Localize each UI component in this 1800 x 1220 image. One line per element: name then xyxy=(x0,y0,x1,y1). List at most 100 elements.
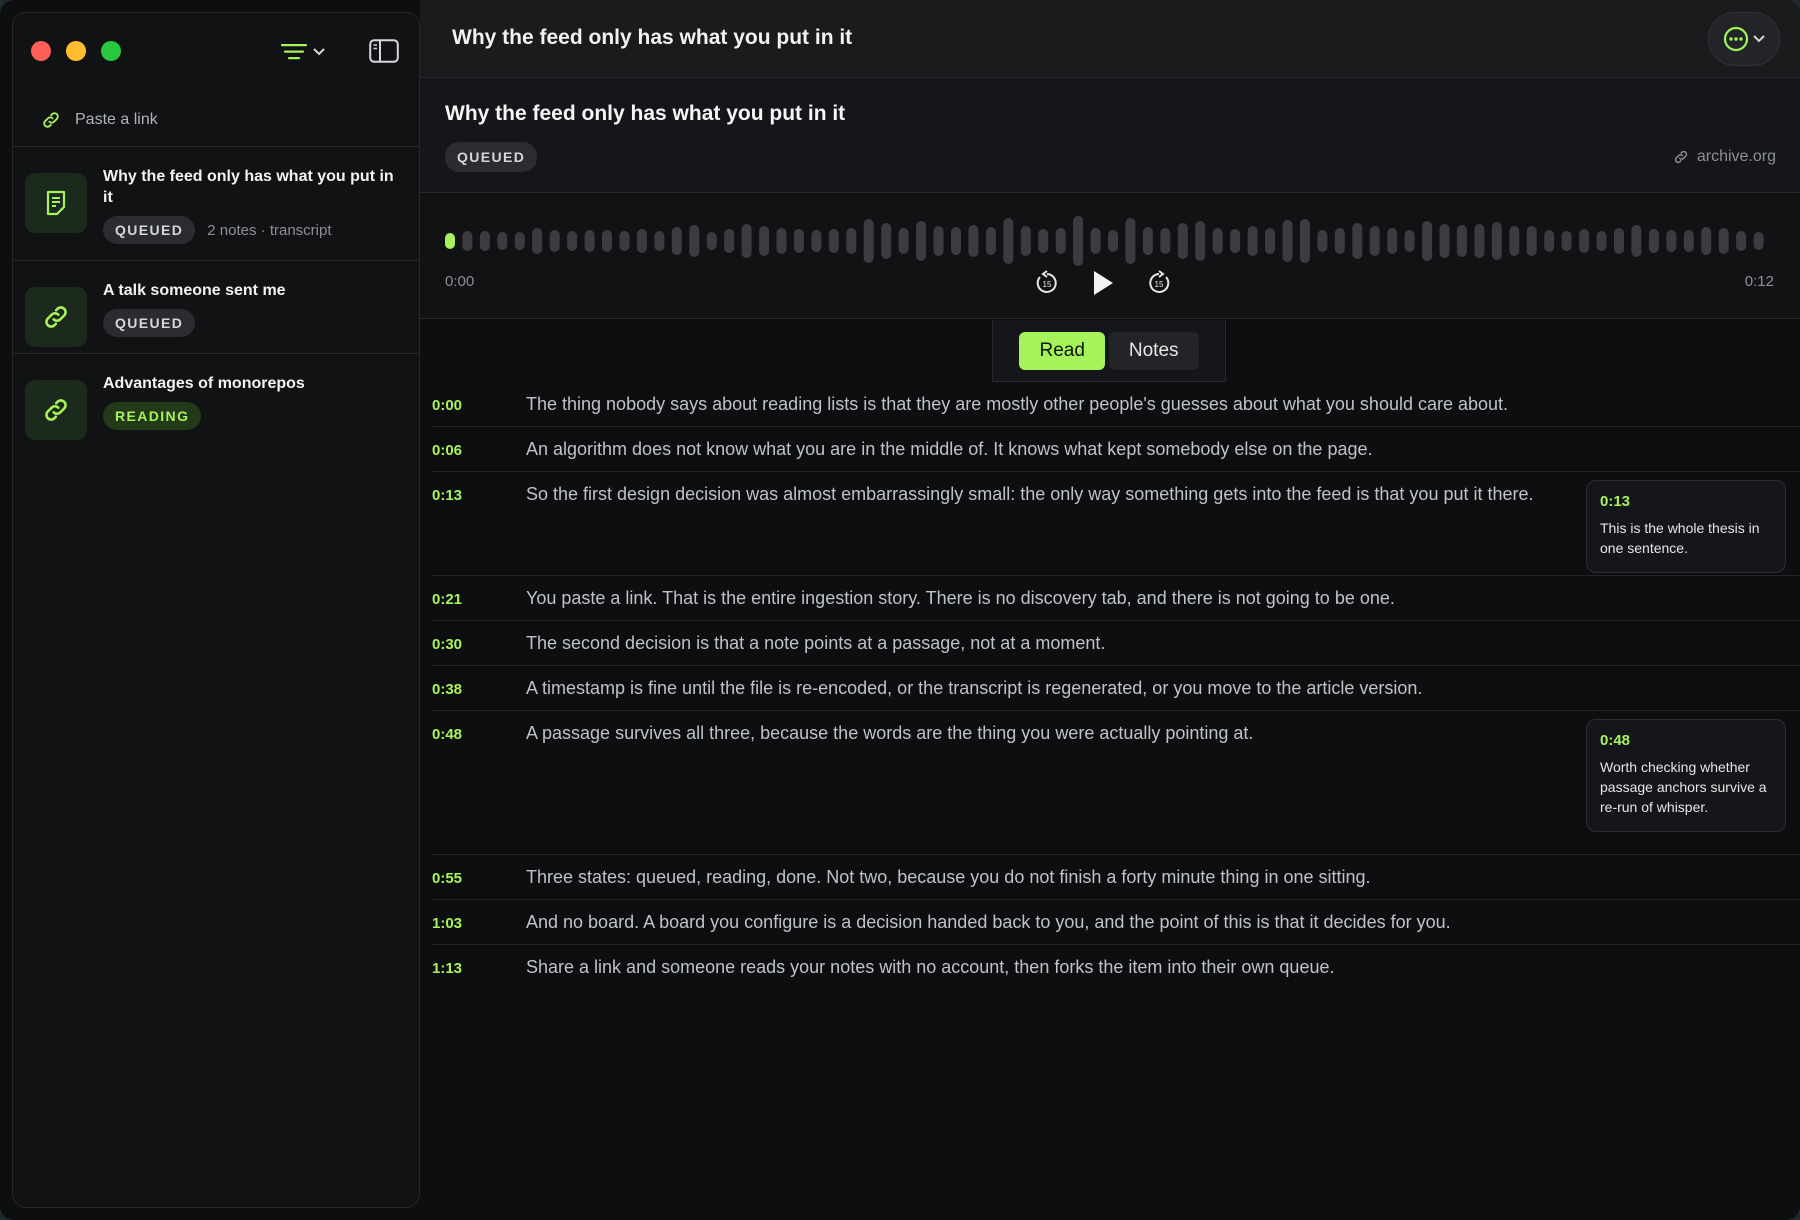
item-icon-box xyxy=(25,173,87,233)
waveform-played-bar xyxy=(445,233,455,249)
waveform-bar xyxy=(584,230,595,252)
document-icon xyxy=(46,190,66,216)
skip-back-button[interactable]: 15 xyxy=(1034,270,1060,296)
transcript-text[interactable]: And no board. A board you configure is a… xyxy=(526,910,1556,934)
playback-controls: 15 15 xyxy=(1034,269,1172,297)
timestamp-link[interactable]: 0:06 xyxy=(432,437,526,461)
close-window-button[interactable] xyxy=(31,41,51,61)
waveform-bar xyxy=(549,230,560,252)
more-options-button[interactable] xyxy=(1708,12,1780,66)
status-badge[interactable]: QUEUED xyxy=(445,142,538,172)
paste-link-input[interactable]: Paste a link xyxy=(13,93,419,147)
transcript-row: 0:30 The second decision is that a note … xyxy=(432,621,1800,666)
timestamp-link[interactable]: 0:48 xyxy=(432,721,526,844)
waveform-bar xyxy=(1108,230,1118,252)
filter-menu-button[interactable] xyxy=(281,39,331,65)
waveform-bar xyxy=(968,225,979,257)
minimize-window-button[interactable] xyxy=(66,41,86,61)
skip-back-15-icon: 15 xyxy=(1036,270,1057,293)
chevron-down-icon xyxy=(313,48,325,56)
waveform-bar xyxy=(671,227,682,255)
transcript-text[interactable]: A timestamp is fine until the file is re… xyxy=(526,676,1556,700)
waveform-bar xyxy=(1736,231,1747,251)
transcript-row: 0:38 A timestamp is fine until the file … xyxy=(432,666,1800,711)
timestamp-link[interactable]: 0:55 xyxy=(432,865,526,889)
transcript-row: 0:13 So the first design decision was al… xyxy=(432,472,1800,576)
timestamp-link[interactable]: 0:30 xyxy=(432,631,526,655)
skip-forward-button[interactable]: 15 xyxy=(1146,270,1172,296)
waveform-bar xyxy=(567,231,578,251)
waveform-bar xyxy=(1648,229,1659,253)
tab-notes[interactable]: Notes xyxy=(1108,331,1199,370)
waveform-bar xyxy=(1090,228,1101,254)
transcript-text[interactable]: The second decision is that a note point… xyxy=(526,631,1556,655)
note-text: This is the whole thesis in one sentence… xyxy=(1600,520,1760,556)
window-controls xyxy=(31,41,121,61)
waveform-bar xyxy=(1195,221,1206,261)
transcript-row: 0:55 Three states: queued, reading, done… xyxy=(432,855,1800,900)
waveform-bar xyxy=(811,230,822,252)
transcript-text[interactable]: The thing nobody says about reading list… xyxy=(526,392,1556,416)
transcript-text[interactable]: A passage survives all three, because th… xyxy=(526,721,1556,844)
play-icon xyxy=(1094,271,1113,295)
transcript-text[interactable]: So the first design decision was almost … xyxy=(526,482,1556,565)
waveform-bar xyxy=(1579,229,1590,253)
timestamp-link[interactable]: 0:13 xyxy=(432,482,526,565)
waveform-bar xyxy=(741,224,752,258)
transcript-text[interactable]: Share a link and someone reads your note… xyxy=(526,955,1556,979)
waveform-bar xyxy=(793,229,804,253)
elapsed-time: 0:00 xyxy=(445,273,475,290)
list-item[interactable]: Advantages of monorepos READING xyxy=(13,354,419,446)
waveform-bar xyxy=(776,228,787,254)
main-pane: Why the feed only has what you put in it… xyxy=(420,0,1800,1220)
waveform-bar xyxy=(1160,228,1171,254)
play-button[interactable] xyxy=(1090,269,1116,297)
waveform-bar xyxy=(1509,226,1520,256)
waveform-bar xyxy=(462,231,473,251)
item-heading: Why the feed only has what you put in it xyxy=(445,102,846,125)
waveform-bar xyxy=(1177,223,1188,259)
list-item[interactable]: A talk someone sent me QUEUED xyxy=(13,261,419,354)
waveform-bar xyxy=(1020,226,1031,256)
note-card[interactable]: 0:48 Worth checking whether passage anch… xyxy=(1586,719,1786,832)
waveform-bar xyxy=(1055,228,1066,254)
waveform-bar xyxy=(1666,230,1677,252)
transcript-row: 1:03 And no board. A board you configure… xyxy=(432,900,1800,945)
timestamp-link[interactable]: 0:00 xyxy=(432,392,526,416)
transcript-text[interactable]: An algorithm does not know what you are … xyxy=(526,437,1556,461)
waveform-bar xyxy=(1247,226,1258,256)
waveform-bar xyxy=(1387,228,1398,254)
transcript-text[interactable]: You paste a link. That is the entire ing… xyxy=(526,586,1556,610)
waveform-bar xyxy=(479,231,490,251)
waveform-bar xyxy=(1701,227,1712,255)
waveform-bar xyxy=(1299,219,1310,263)
note-text: Worth checking whether passage anchors s… xyxy=(1600,759,1767,815)
filter-lines-icon xyxy=(281,44,307,60)
timestamp-link[interactable]: 0:21 xyxy=(432,586,526,610)
sidebar-toggle-button[interactable] xyxy=(369,39,399,63)
source-link[interactable]: archive.org xyxy=(1673,148,1776,166)
item-icon-box xyxy=(25,380,87,440)
list-item[interactable]: Why the feed only has what you put in it… xyxy=(13,147,419,261)
waveform-bar xyxy=(706,232,717,250)
waveform-bar xyxy=(1422,221,1433,261)
zoom-window-button[interactable] xyxy=(101,41,121,61)
app-window: Paste a link Why the feed only has what … xyxy=(0,0,1800,1220)
title-bar: Why the feed only has what you put in it xyxy=(420,0,1800,78)
link-icon xyxy=(45,399,67,421)
tab-read[interactable]: Read xyxy=(1019,331,1105,370)
view-tabs: Read Notes xyxy=(992,320,1226,382)
waveform-bar xyxy=(1073,216,1084,266)
timestamp-link[interactable]: 0:38 xyxy=(432,676,526,700)
waveform-scrubber[interactable] xyxy=(445,211,1771,271)
timestamp-link[interactable]: 1:03 xyxy=(432,910,526,934)
transcript-text[interactable]: Three states: queued, reading, done. Not… xyxy=(526,865,1556,889)
transcript: 0:00 The thing nobody says about reading… xyxy=(432,382,1800,989)
waveform-bar xyxy=(1212,228,1223,254)
timestamp-link[interactable]: 1:13 xyxy=(432,955,526,979)
waveform-bar xyxy=(1003,218,1014,264)
note-card[interactable]: 0:13 This is the whole thesis in one sen… xyxy=(1586,480,1786,573)
waveform-bar xyxy=(514,232,525,250)
note-timestamp: 0:13 xyxy=(1600,493,1631,510)
status-badge: QUEUED xyxy=(103,309,196,337)
